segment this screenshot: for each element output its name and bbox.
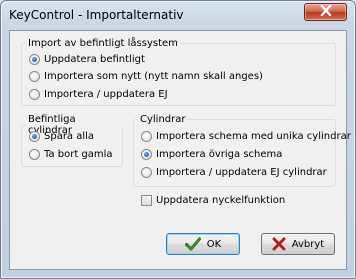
option-label: Spara alla	[44, 131, 95, 142]
import-option-import-as-new[interactable]: Importera som nytt (nytt namn skall ange…	[29, 71, 263, 82]
title-bar[interactable]: KeyControl - Importalternativ	[1, 1, 355, 29]
radio-button[interactable]	[141, 131, 152, 142]
option-label: Uppdatera befintligt	[44, 54, 145, 65]
cylinders-legend: Cylindrar	[140, 114, 186, 125]
checkbox-label: Uppdatera nyckelfunktion	[156, 195, 286, 206]
import-option-update-existing[interactable]: Uppdatera befintligt	[29, 54, 145, 65]
radio-button[interactable]	[29, 54, 40, 65]
option-label: Importera som nytt (nytt namn skall ange…	[44, 71, 263, 82]
existing-cylinders-option-keep-all[interactable]: Spara alla	[29, 131, 94, 142]
ok-label: OK	[206, 238, 222, 250]
window-title: KeyControl - Importalternativ	[9, 8, 184, 22]
option-label: Importera övriga schema	[156, 149, 283, 160]
close-icon	[320, 4, 332, 19]
cancel-label: Avbryt	[291, 238, 325, 250]
checkbox[interactable]	[141, 195, 152, 206]
radio-button[interactable]	[29, 131, 40, 142]
cylinders-option-do-not-import[interactable]: Importera / uppdatera EJ cylindrar	[141, 167, 327, 178]
radio-button[interactable]	[29, 71, 40, 82]
radio-button[interactable]	[141, 167, 152, 178]
option-label: Ta bort gamla	[44, 149, 113, 160]
cylinders-option-unique-schema[interactable]: Importera schema med unika cylindrar	[141, 131, 351, 142]
dialog-window: KeyControl - Importalternativ Import av …	[0, 0, 356, 279]
radio-button[interactable]	[29, 89, 40, 100]
option-label: Importera schema med unika cylindrar	[156, 131, 351, 142]
import-option-do-not-import[interactable]: Importera / uppdatera EJ	[29, 89, 168, 100]
checkmark-icon	[184, 237, 201, 251]
close-button[interactable]	[304, 3, 347, 21]
cancel-button[interactable]: Avbryt	[261, 233, 335, 255]
x-icon	[272, 237, 286, 251]
import-group-legend: Import av befintligt låssystem	[28, 38, 178, 49]
option-label: Importera / uppdatera EJ	[44, 89, 168, 100]
option-label: Importera / uppdatera EJ cylindrar	[156, 167, 327, 178]
dialog-body: Import av befintligt låssystem Uppdatera…	[9, 30, 351, 270]
cylinders-option-other-schema[interactable]: Importera övriga schema	[141, 149, 282, 160]
update-key-function-checkbox[interactable]: Uppdatera nyckelfunktion	[141, 195, 285, 206]
ok-button[interactable]: OK	[166, 233, 240, 255]
radio-button[interactable]	[141, 149, 152, 160]
radio-button[interactable]	[29, 149, 40, 160]
existing-cylinders-option-remove-old[interactable]: Ta bort gamla	[29, 149, 113, 160]
